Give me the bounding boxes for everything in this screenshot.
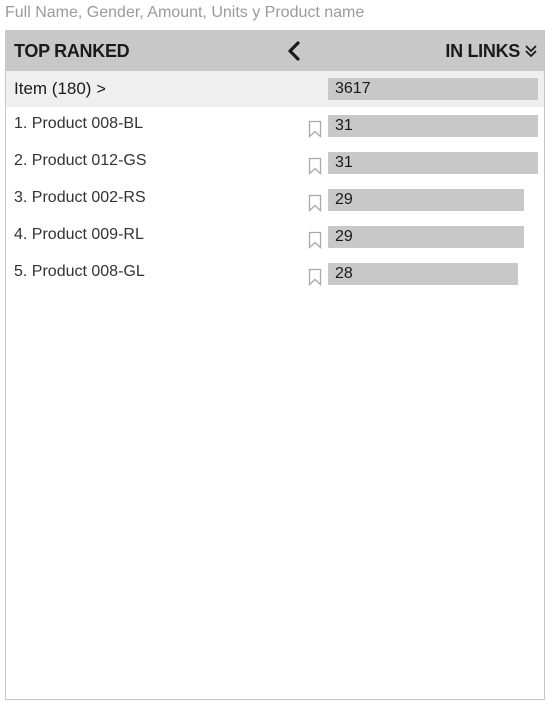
bookmark-icon[interactable]	[308, 120, 322, 138]
summary-bar: 3617	[328, 78, 538, 100]
list-item-value: 29	[335, 228, 353, 245]
sort-dropdown[interactable]: IN LINKS	[445, 31, 538, 71]
panel-header: TOP RANKED IN LINKS	[6, 31, 544, 71]
bookmark-icon[interactable]	[308, 268, 322, 286]
panel-title: TOP RANKED	[14, 41, 130, 61]
list-item-label: 1. Product 008-BL	[14, 115, 143, 132]
chevron-right-icon: >	[96, 81, 106, 98]
list-item-value: 28	[335, 265, 353, 282]
value-bar: 28	[328, 263, 518, 285]
list-item-value: 31	[335, 117, 353, 134]
summary-drill-link[interactable]: Item (180) >	[14, 71, 106, 108]
list-item-label: 4. Product 009-RL	[14, 226, 144, 243]
value-bar: 29	[328, 226, 524, 248]
list-item[interactable]: 3. Product 002-RS 29	[6, 181, 544, 218]
double-chevron-down-icon	[524, 44, 538, 58]
sort-dropdown-label: IN LINKS	[445, 40, 520, 61]
list-item[interactable]: 2. Product 012-GS 31	[6, 144, 544, 181]
bookmark-icon[interactable]	[308, 194, 322, 212]
summary-label: Item (180)	[14, 79, 92, 98]
list-item[interactable]: 1. Product 008-BL 31	[6, 107, 544, 144]
chevron-left-icon[interactable]	[284, 40, 306, 62]
summary-value: 3617	[335, 80, 371, 97]
value-bar: 29	[328, 189, 524, 211]
bookmark-icon[interactable]	[308, 157, 322, 175]
list-item[interactable]: 5. Product 008-GL 28	[6, 255, 544, 292]
visual-subtitle: Full Name, Gender, Amount, Units y Produ…	[5, 4, 365, 21]
bookmark-icon[interactable]	[308, 231, 322, 249]
list-item-value: 31	[335, 154, 353, 171]
list-item[interactable]: 4. Product 009-RL 29	[6, 218, 544, 255]
value-bar: 31	[328, 152, 538, 174]
value-bar: 31	[328, 115, 538, 137]
summary-row: Item (180) > 3617	[6, 71, 544, 107]
list-item-label: 5. Product 008-GL	[14, 263, 145, 280]
list-item-label: 2. Product 012-GS	[14, 152, 147, 169]
list-item-label: 3. Product 002-RS	[14, 189, 146, 206]
list-item-value: 29	[335, 191, 353, 208]
top-ranked-panel: TOP RANKED IN LINKS Item (180)> 3617 1.	[5, 30, 545, 700]
